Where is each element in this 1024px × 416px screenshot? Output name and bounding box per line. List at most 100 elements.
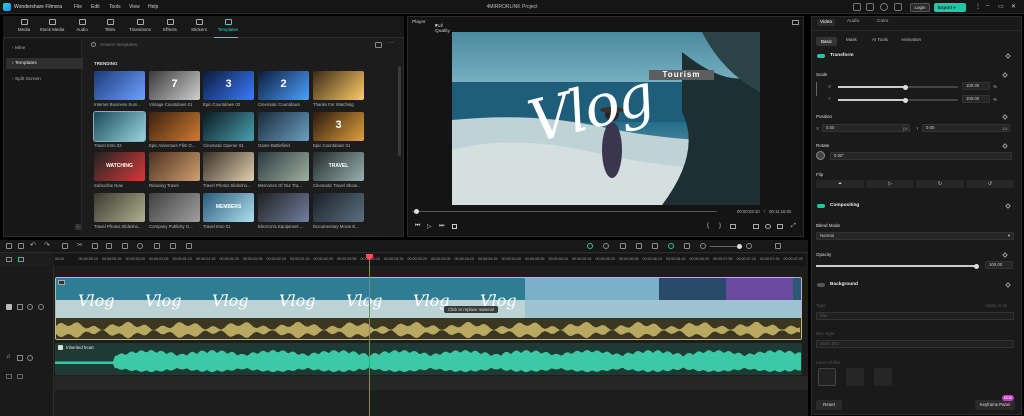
subtab-basic[interactable]: Basic [816,37,838,46]
template-thumbnail[interactable] [258,152,309,181]
camera-icon[interactable] [765,224,771,229]
stop-icon[interactable] [452,224,457,229]
tab-audio-props[interactable]: Audio [847,19,859,24]
lightbulb-icon[interactable] [853,3,861,11]
keyframe-icon[interactable] [1005,53,1011,59]
audio-meter-icon[interactable] [777,224,783,229]
tab-transitions[interactable]: Transitions [125,18,155,36]
scale-y-field[interactable]: 100.00 [962,95,990,103]
position-x-field[interactable]: 0.00 [822,124,910,132]
previous-frame-icon[interactable]: ⏮ [415,223,420,230]
redo-icon[interactable]: ↷ [44,241,50,249]
mute-icon[interactable] [27,355,33,361]
tab-audio[interactable]: Audio [67,18,97,36]
playhead[interactable] [369,254,370,416]
search-bar[interactable] [88,40,368,50]
video-preview[interactable]: Tourism Vlog [452,32,760,205]
zoom-in-icon[interactable] [746,243,752,249]
subtab-mask[interactable]: Mask [846,37,857,42]
grid-view-icon[interactable] [775,243,781,249]
link-scale-icon[interactable] [816,82,821,96]
template-thumbnail[interactable] [94,71,145,100]
scale-y-slider[interactable] [838,97,958,103]
fullscreen-icon[interactable]: ⤢ [791,223,796,230]
template-thumbnail[interactable]: WATCHING [94,152,145,181]
scale-x-knob[interactable] [902,84,908,90]
empty-track[interactable] [55,376,808,390]
search-input[interactable] [100,40,300,50]
headset-icon[interactable] [880,3,888,11]
template-thumbnail[interactable] [203,112,254,141]
snap-icon[interactable] [668,243,674,249]
background-toggle[interactable] [817,283,825,287]
apply-to-all-button[interactable]: Apply to All [985,303,1007,308]
close-icon[interactable]: ✕ [1011,3,1016,10]
compositing-toggle[interactable] [817,204,825,208]
template-thumbnail[interactable] [313,193,364,222]
template-thumbnail[interactable]: 3 [203,71,254,100]
template-thumbnail[interactable]: 2 [258,71,309,100]
template-thumbnail[interactable] [258,193,309,222]
lock-icon[interactable] [17,304,23,310]
more-tools-icon[interactable] [186,243,192,249]
gift-icon[interactable] [894,3,902,11]
blend-mode-select[interactable]: Normal ▾ [816,232,1014,240]
template-thumbnail[interactable] [93,111,146,142]
audio-clip[interactable]: Inherited heart [55,343,802,375]
library-scrollbar[interactable] [398,66,401,156]
tab-video[interactable]: Video [817,19,836,26]
rotate-field[interactable]: 0.00° [830,152,1012,160]
transform-toggle[interactable] [817,54,825,58]
maximize-icon[interactable]: ▭ [998,3,1004,10]
rotate-right-button[interactable]: ↺ [966,180,1014,188]
mark-out-icon[interactable]: } [719,223,721,229]
upload-icon[interactable] [866,3,874,11]
scale-y-knob[interactable] [902,97,908,103]
subtab-animation[interactable]: Animation [901,37,921,42]
tab-effects[interactable]: Effects [155,18,185,36]
snapshot-icon[interactable] [792,20,799,25]
filter-icon[interactable] [375,42,382,48]
tab-stock-media[interactable]: Stock Media [37,18,67,36]
blur-level-option[interactable] [818,368,836,386]
template-thumbnail[interactable] [149,193,200,222]
subtab-ai-tools[interactable]: AI Tools [872,37,888,42]
opacity-knob[interactable] [973,263,979,269]
keyframe-panel-button[interactable]: Keyframe Panel [975,400,1015,410]
zoom-out-icon[interactable] [700,243,706,249]
color-icon[interactable] [137,243,143,249]
picture-in-picture-icon[interactable] [684,243,690,249]
template-thumbnail[interactable]: TRAVEL [313,152,364,181]
blur-level-option[interactable] [846,368,864,386]
next-frame-icon[interactable]: ⏭ [439,223,444,230]
template-thumbnail[interactable]: 7 [149,71,200,100]
export-button[interactable]: Export ▾ [934,3,966,12]
eye-icon[interactable] [38,304,44,310]
blur-style-select[interactable]: Basic Blur [816,340,1014,348]
tab-templates[interactable]: Templates [213,18,243,36]
tab-color[interactable]: Color [877,19,888,24]
template-thumbnail[interactable]: MEMBERS [203,193,254,222]
lock-icon[interactable] [17,355,23,361]
template-thumbnail[interactable] [258,112,309,141]
audio-toggle-icon[interactable] [27,304,33,310]
scale-x-slider[interactable] [838,84,958,90]
audio-mix-icon[interactable] [652,243,658,249]
template-thumbnail[interactable] [203,152,254,181]
template-thumbnail[interactable] [149,112,200,141]
sidebar-item-templates[interactable]: › Templates [6,58,83,69]
collapse-sidebar-icon[interactable]: ‹ [75,224,81,230]
play-icon[interactable]: ▷ [427,223,432,230]
display-icon[interactable] [730,224,736,229]
opacity-slider[interactable] [816,263,979,269]
template-thumbnail[interactable] [313,71,364,100]
freeze-frame-icon[interactable] [154,243,160,249]
login-button[interactable]: Login [910,3,930,12]
zoom-slider[interactable] [710,246,740,247]
timeline-ruler[interactable]: 00:00 00:00:00:10 00:00:00:15 00:00:00:20 00… [54,254,806,266]
speed-icon[interactable] [122,243,128,249]
layout-icon[interactable] [6,243,12,249]
mute-icon[interactable] [17,374,23,379]
rotate-left-button[interactable]: ↻ [916,180,964,188]
scale-x-field[interactable]: 100.00 [962,82,990,90]
